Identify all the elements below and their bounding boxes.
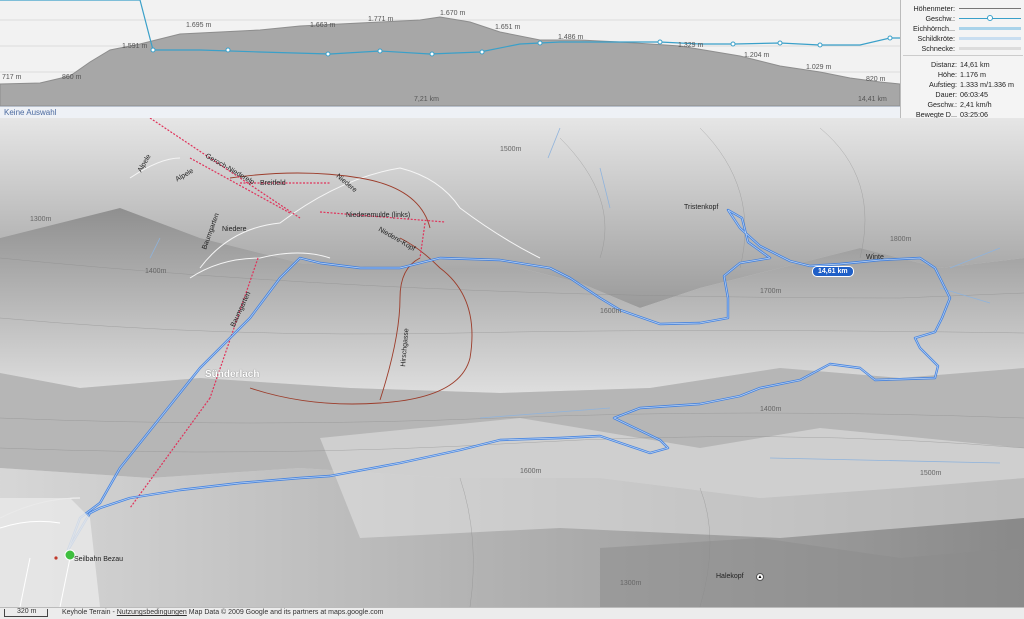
legend-swatch bbox=[959, 8, 1021, 9]
legend-label: Höhenmeter: bbox=[913, 4, 955, 13]
map-label: Niederemulde (links) bbox=[346, 212, 411, 219]
scale-bar: 320 m bbox=[4, 608, 48, 617]
map-label: Seilbahn Bezau bbox=[74, 556, 124, 563]
contour-label: 1800m bbox=[890, 236, 912, 243]
map-label: Breitfeld bbox=[260, 180, 286, 187]
elevation-label: 1.651 m bbox=[495, 24, 521, 31]
contour-label: 1400m bbox=[145, 268, 167, 275]
terms-link[interactable]: Nutzungsbedingungen bbox=[117, 609, 187, 616]
map-footer: 320 m Keyhole Terrain - Nutzungsbedingun… bbox=[0, 607, 1024, 619]
legend-item-elevation[interactable]: Höhenmeter: bbox=[901, 4, 1024, 14]
stats-divider bbox=[903, 55, 1023, 56]
legend-item-turtle[interactable]: Schildkröte: bbox=[901, 34, 1024, 44]
legend-label: Eichhörnch... bbox=[913, 24, 955, 33]
stat-label: Geschw.: bbox=[927, 100, 957, 109]
stat-ascent: Aufstieg: 1.333 m/1.336 m bbox=[901, 80, 1024, 90]
attribution: Keyhole Terrain - Nutzungsbedingungen Ma… bbox=[62, 609, 383, 616]
elevation-label: 1.329 m bbox=[678, 42, 704, 49]
elevation-label: 820 m bbox=[866, 76, 886, 83]
legend-swatch bbox=[959, 47, 1021, 50]
terrain-label: Keyhole Terrain bbox=[62, 609, 111, 616]
map-label: Tristenkopf bbox=[684, 204, 719, 211]
map-label: Halekopf bbox=[716, 573, 744, 580]
legend-item-snail[interactable]: Schnecke: bbox=[901, 44, 1024, 54]
legend-item-speed[interactable]: Geschw.: bbox=[901, 14, 1024, 24]
elevation-label: 1.771 m bbox=[368, 16, 394, 23]
elevation-label: 1.029 m bbox=[806, 64, 832, 71]
elevation-label: 1.663 m bbox=[310, 22, 336, 29]
stat-duration: Dauer: 06:03:45 bbox=[901, 90, 1024, 100]
stat-value: 06:03:45 bbox=[960, 90, 988, 99]
stat-label: Höhe: bbox=[937, 70, 957, 79]
contour-label: 1300m bbox=[620, 580, 642, 587]
map-label: Niedere bbox=[222, 226, 247, 233]
contour-label: 1500m bbox=[920, 470, 942, 477]
elevation-label: 1.204 m bbox=[744, 52, 770, 59]
stat-height: Höhe: 1.176 m bbox=[901, 70, 1024, 80]
contour-label: 1600m bbox=[600, 308, 622, 315]
stat-value: 1.333 m/1.336 m bbox=[960, 80, 1014, 89]
map-label: Winte bbox=[866, 254, 884, 261]
legend-swatch bbox=[959, 37, 1021, 40]
legend-swatch bbox=[959, 27, 1021, 30]
terrain-map-canvas bbox=[0, 118, 1024, 607]
station-dot-icon bbox=[54, 556, 58, 560]
legend-label: Schildkröte: bbox=[917, 34, 955, 43]
stat-label: Distanz: bbox=[931, 60, 957, 69]
distance-label: 7,21 km bbox=[414, 96, 439, 103]
elevation-label: 1.591 m bbox=[122, 43, 148, 50]
elevation-label: 1.695 m bbox=[186, 22, 212, 29]
stat-speed: Geschw.: 2,41 km/h bbox=[901, 100, 1024, 110]
contour-label: 1300m bbox=[30, 216, 52, 223]
stat-label: Aufstieg: bbox=[929, 80, 957, 89]
elevation-area bbox=[0, 16, 900, 106]
legend-item-squirrel[interactable]: Eichhörnch... bbox=[901, 24, 1024, 34]
elevation-profile[interactable]: 717 m 860 m 1.591 m 1.695 m 1.663 m 1.77… bbox=[0, 0, 900, 106]
distance-label: 14,41 km bbox=[858, 96, 887, 103]
stat-value: 14,61 km bbox=[960, 60, 990, 69]
legend-marker-icon bbox=[987, 15, 993, 21]
summit-icon: ▲ bbox=[756, 573, 764, 581]
scale-label: 320 m bbox=[17, 608, 37, 615]
selection-text: Keine Auswahl bbox=[4, 108, 57, 117]
contour-label: 1600m bbox=[520, 468, 542, 475]
elevation-label: 717 m bbox=[2, 74, 22, 81]
contour-label: 1500m bbox=[500, 146, 522, 153]
stat-label: Dauer: bbox=[935, 90, 957, 99]
elevation-label: 1.486 m bbox=[558, 34, 584, 41]
copyright-text: Map Data © 2009 Google and its partners … bbox=[186, 609, 384, 616]
legend-label: Schnecke: bbox=[921, 44, 955, 53]
elevation-label: 860 m bbox=[62, 74, 82, 81]
stat-value: 2,41 km/h bbox=[960, 100, 992, 109]
contour-label: 1700m bbox=[760, 288, 782, 295]
legend-label: Geschw.: bbox=[925, 14, 955, 23]
stat-value: 1.176 m bbox=[960, 70, 986, 79]
map-label: Sünderlach bbox=[205, 369, 260, 380]
contour-label: 1400m bbox=[760, 406, 782, 413]
stat-distance: Distanz: 14,61 km bbox=[901, 60, 1024, 70]
stats-panel: Höhenmeter: Geschw.: Eichhörnch... Schil… bbox=[900, 0, 1024, 119]
distance-badge[interactable]: 14,61 km bbox=[812, 266, 854, 277]
elevation-label: 1.670 m bbox=[440, 10, 466, 17]
terrain-map[interactable]: Alpele Alpele Geroch-Niederelp Breitfeld… bbox=[0, 118, 1024, 607]
